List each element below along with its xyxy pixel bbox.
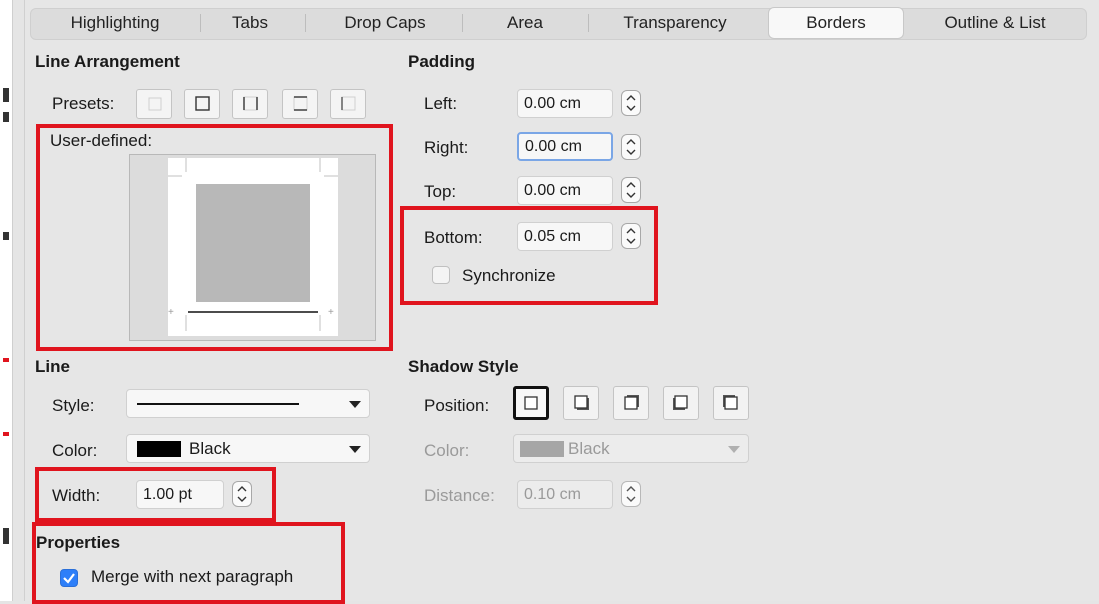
chevron-down-icon [349, 401, 361, 408]
spinner-icon [626, 486, 636, 502]
document-edge [0, 0, 13, 601]
tab-separator [588, 14, 589, 32]
tab-outline-list[interactable]: Outline & List [910, 8, 1080, 38]
line-color-value: Black [189, 439, 231, 458]
text-fragment [3, 112, 9, 122]
highlight-bottom-padding [400, 206, 658, 305]
presets-label: Presets: [52, 94, 115, 113]
line-color-dropdown[interactable]: Black [126, 434, 370, 463]
text-fragment [3, 88, 9, 102]
shadow-none-button[interactable] [513, 386, 549, 420]
preset-top-bottom-icon [293, 96, 308, 111]
shadow-top-right-button[interactable] [613, 386, 649, 420]
shadow-top-right-icon [624, 395, 639, 410]
padding-top-label: Top: [424, 182, 457, 201]
tab-separator [462, 14, 463, 32]
line-style-sample [137, 403, 299, 405]
spinner-icon [626, 95, 636, 111]
padding-right-spinner[interactable] [621, 134, 641, 160]
line-color-label: Color: [52, 441, 98, 460]
preset-left-button[interactable] [330, 89, 366, 119]
padding-left-field[interactable]: 0.00 cm [517, 89, 613, 118]
text-fragment [3, 358, 9, 362]
tab-transparency[interactable]: Transparency [595, 8, 755, 38]
spinner-icon [626, 182, 636, 198]
preset-top-bottom-button[interactable] [282, 89, 318, 119]
tab-separator [305, 14, 306, 32]
shadow-color-dropdown[interactable]: Black [513, 434, 749, 463]
highlight-properties [32, 522, 345, 604]
tab-highlighting[interactable]: Highlighting [40, 8, 190, 38]
preset-left-icon [341, 96, 356, 111]
shadow-top-left-button[interactable] [713, 386, 749, 420]
padding-left-spinner[interactable] [621, 90, 641, 116]
text-fragment [3, 528, 9, 544]
preset-none-button[interactable] [136, 89, 172, 119]
shadow-color-value: Black [568, 439, 610, 458]
padding-right-field[interactable]: 0.00 cm [517, 132, 613, 161]
shadow-top-left-icon [723, 395, 738, 410]
padding-right-label: Right: [424, 138, 469, 157]
color-swatch [137, 441, 181, 457]
shadow-none-icon [524, 396, 538, 410]
tab-borders[interactable]: Borders [768, 7, 904, 39]
chevron-down-icon [728, 446, 740, 453]
line-style-dropdown[interactable] [126, 389, 370, 418]
line-arrangement-heading: Line Arrangement [35, 52, 180, 71]
shadow-style-heading: Shadow Style [408, 357, 519, 376]
tab-drop-caps[interactable]: Drop Caps [320, 8, 450, 38]
line-style-label: Style: [52, 396, 95, 415]
padding-heading: Padding [408, 52, 476, 71]
padding-top-field[interactable]: 0.00 cm [517, 176, 613, 205]
tab-tabs[interactable]: Tabs [210, 8, 290, 38]
shadow-distance-label: Distance: [424, 486, 495, 505]
text-fragment [3, 432, 9, 436]
highlight-user-defined [36, 124, 393, 351]
spinner-icon [626, 139, 636, 155]
color-swatch [520, 441, 564, 457]
highlight-line-width [35, 467, 276, 522]
chevron-down-icon [349, 446, 361, 453]
text-fragment [3, 232, 9, 240]
shadow-bottom-left-button[interactable] [663, 386, 699, 420]
shadow-position-label: Position: [424, 396, 490, 415]
line-heading: Line [35, 357, 70, 376]
preset-box-button[interactable] [184, 89, 220, 119]
shadow-bottom-right-icon [574, 395, 589, 410]
preset-none-icon [148, 97, 162, 111]
preset-left-right-button[interactable] [232, 89, 268, 119]
shadow-distance-spinner[interactable] [621, 481, 641, 507]
padding-top-spinner[interactable] [621, 177, 641, 203]
shadow-distance-field[interactable]: 0.10 cm [517, 480, 613, 509]
tab-area[interactable]: Area [470, 8, 580, 38]
tab-separator [200, 14, 201, 32]
preset-box-icon [195, 96, 210, 111]
padding-left-label: Left: [424, 94, 458, 113]
shadow-bottom-right-button[interactable] [563, 386, 599, 420]
shadow-color-label: Color: [424, 441, 470, 460]
shadow-bottom-left-icon [673, 395, 688, 410]
preset-left-right-icon [243, 96, 258, 111]
